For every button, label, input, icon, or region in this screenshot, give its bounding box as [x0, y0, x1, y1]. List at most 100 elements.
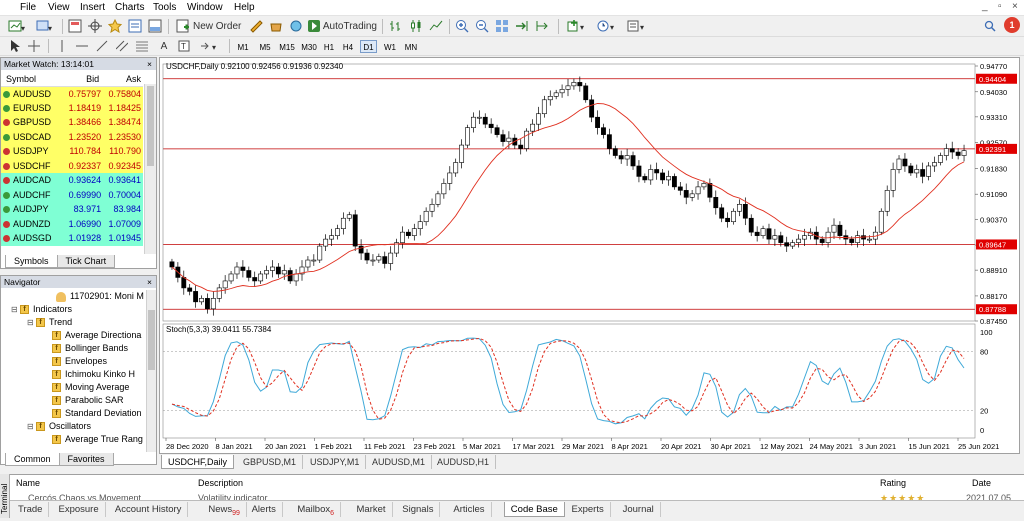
metaeditor-icon[interactable]: [248, 18, 264, 34]
text-label-icon[interactable]: T: [177, 38, 191, 54]
menu-tools[interactable]: Tools: [153, 2, 176, 13]
tile-windows-icon[interactable]: [494, 18, 510, 34]
tf-w1[interactable]: W1: [381, 40, 399, 53]
chart-tab-usdjpy-m1[interactable]: USDJPY,M1: [304, 455, 367, 469]
crosshair-icon[interactable]: [87, 18, 103, 34]
new-order-button[interactable]: New Order: [176, 18, 242, 34]
close-icon[interactable]: ×: [147, 276, 152, 288]
search-icon[interactable]: [983, 18, 997, 34]
navigator-item[interactable]: f Envelopes: [43, 355, 107, 368]
restore-button[interactable]: ▫: [998, 1, 1002, 12]
tf-m30[interactable]: M30: [299, 40, 319, 53]
arrows-icon[interactable]: ▾: [199, 38, 221, 54]
autotrading-button[interactable]: AutoTrading: [307, 18, 377, 34]
chart-tab-audusd-m1[interactable]: AUDUSD,M1: [366, 455, 433, 469]
tf-mn[interactable]: MN: [402, 40, 420, 53]
tf-h4[interactable]: H4: [340, 40, 356, 53]
tab-favorites[interactable]: Favorites: [58, 453, 114, 466]
menu-window[interactable]: Window: [187, 2, 223, 13]
new-chart-icon[interactable]: ▾: [6, 18, 28, 34]
tf-d1[interactable]: D1: [360, 40, 377, 53]
tf-m5[interactable]: M5: [256, 40, 274, 53]
crosshair-tool-icon[interactable]: [27, 38, 41, 54]
navigator-item[interactable]: f Average True Rang: [43, 433, 143, 446]
horizontal-line-icon[interactable]: [75, 38, 89, 54]
terminal-tab-exposure[interactable]: Exposure: [53, 502, 106, 517]
quote-row-audchf[interactable]: AUDCHF 0.69990 0.70004: [1, 187, 143, 202]
terminal-tab-trade[interactable]: Trade: [12, 502, 50, 517]
chart-tab-audusd-h1[interactable]: AUDUSD,H1: [431, 455, 497, 469]
text-tool-icon[interactable]: A: [157, 38, 171, 54]
terminal-tab-experts[interactable]: Experts: [566, 502, 611, 517]
account-item[interactable]: 11702901: Moni M: [56, 290, 144, 303]
terminal-tab-account-history[interactable]: Account History: [109, 502, 189, 517]
col-rating[interactable]: Rating: [880, 477, 906, 490]
col-date[interactable]: Date: [972, 477, 991, 490]
cursor-icon[interactable]: [8, 38, 22, 54]
minimize-button[interactable]: _: [982, 1, 988, 12]
navigator-item[interactable]: f Parabolic SAR: [43, 394, 124, 407]
periods-clock-icon[interactable]: ▾: [596, 18, 618, 34]
data-window-icon[interactable]: [127, 18, 143, 34]
quote-row-audnzd[interactable]: AUDNZD 1.06990 1.07009: [1, 216, 143, 231]
scroll-thumb[interactable]: [147, 86, 154, 166]
quote-row-gbpusd[interactable]: GBPUSD 1.38466 1.38474: [1, 115, 143, 130]
chart-canvas[interactable]: 0.947700.940300.933100.925700.918300.910…: [160, 58, 1019, 453]
navigator-item[interactable]: ⊟ f Oscillators: [27, 420, 91, 433]
market-watch-icon[interactable]: [67, 18, 83, 34]
col-bid[interactable]: Bid: [63, 72, 104, 87]
tab-tick-chart[interactable]: Tick Chart: [56, 255, 116, 268]
col-name[interactable]: Name: [16, 477, 40, 490]
navigator-item[interactable]: ⊟ f Indicators: [11, 303, 72, 316]
candlestick-chart-icon[interactable]: [408, 18, 424, 34]
navigator-item[interactable]: ⊟ f Trend: [27, 316, 72, 329]
navigator-item[interactable]: f Average Directiona: [43, 329, 141, 342]
navigator-item[interactable]: f Moving Average: [43, 381, 129, 394]
expand-toggle-icon[interactable]: ⊟: [27, 316, 34, 329]
col-ask[interactable]: Ask: [103, 72, 143, 87]
bar-chart-icon[interactable]: [388, 18, 404, 34]
fibonacci-icon[interactable]: [135, 38, 149, 54]
chart-shift-icon[interactable]: [534, 18, 550, 34]
expand-toggle-icon[interactable]: ⊟: [27, 420, 34, 433]
navigator-item[interactable]: f Bollinger Bands: [43, 342, 128, 355]
close-icon[interactable]: ×: [147, 58, 152, 70]
quote-row-usdcad[interactable]: USDCAD 1.23520 1.23530: [1, 129, 143, 144]
templates-icon[interactable]: ▾: [626, 18, 648, 34]
menu-help[interactable]: Help: [234, 2, 255, 13]
chart-tab-usdchf-daily[interactable]: USDCHF,Daily: [161, 455, 235, 469]
terminal-tab-code-base[interactable]: Code Base: [503, 502, 565, 517]
quote-row-audsgd[interactable]: AUDSGD 1.01928 1.01945: [1, 231, 143, 246]
market-icon[interactable]: [268, 18, 284, 34]
profiles-icon[interactable]: ▾: [34, 18, 56, 34]
terminal-tab-news[interactable]: News99: [202, 502, 247, 517]
tab-symbols[interactable]: Symbols: [5, 255, 58, 268]
terminal-tab-articles[interactable]: Articles: [447, 502, 492, 517]
close-button[interactable]: ×: [1012, 1, 1018, 12]
line-chart-icon[interactable]: [428, 18, 444, 34]
indicators-icon[interactable]: ▾: [566, 18, 588, 34]
signals-icon[interactable]: [288, 18, 304, 34]
chart-tab-gbpusd-m1[interactable]: GBPUSD,M1: [237, 455, 304, 469]
terminal-tab-journal[interactable]: Journal: [617, 502, 661, 517]
trendline-icon[interactable]: [95, 38, 109, 54]
scroll-chart-icon[interactable]: [514, 18, 530, 34]
favorites-star-icon[interactable]: [107, 18, 123, 34]
terminal-window-icon[interactable]: [147, 18, 163, 34]
terminal-tab-market[interactable]: Market: [351, 502, 393, 517]
menu-insert[interactable]: Insert: [80, 2, 105, 13]
notification-badge[interactable]: 1: [1004, 17, 1020, 33]
quote-row-audusd[interactable]: AUDUSD 0.75797 0.75804: [1, 86, 143, 101]
vertical-line-icon[interactable]: [55, 38, 69, 54]
col-description[interactable]: Description: [198, 477, 243, 490]
market-watch-scrollbar[interactable]: [144, 84, 156, 254]
chart-window[interactable]: 0.94770 0.94030 0.93310 0.92570 0.91830 0.910…: [159, 57, 1020, 454]
scroll-thumb[interactable]: [148, 310, 155, 370]
tf-m15[interactable]: M15: [277, 40, 297, 53]
terminal-tab-alerts[interactable]: Alerts: [246, 502, 283, 517]
terminal-tab-mailbox[interactable]: Mailbox6: [291, 502, 342, 517]
tab-common[interactable]: Common: [5, 453, 60, 466]
terminal-tab-signals[interactable]: Signals: [396, 502, 441, 517]
quote-row-usdjpy[interactable]: USDJPY 110.784 110.790: [1, 144, 143, 159]
expand-toggle-icon[interactable]: ⊟: [11, 303, 18, 316]
